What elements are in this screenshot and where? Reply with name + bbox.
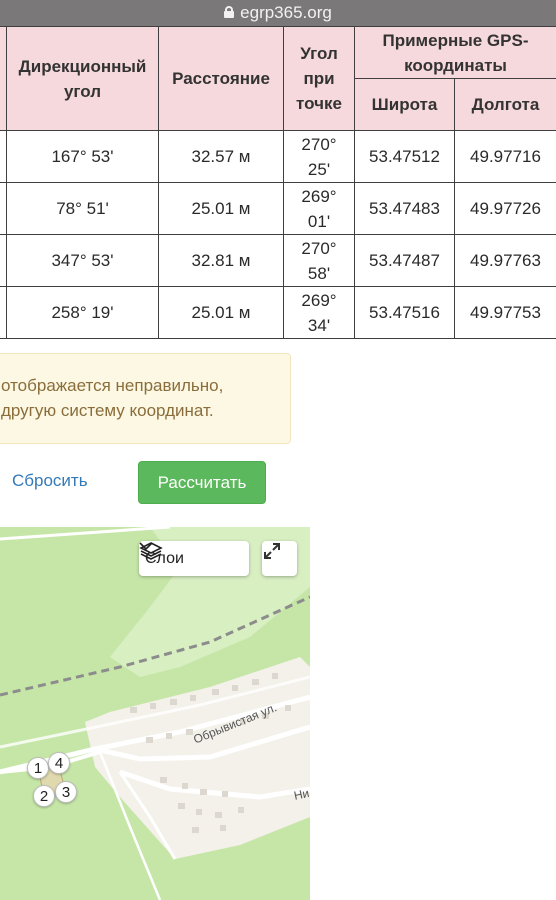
road	[0, 527, 171, 541]
cell-lon: 49.97726	[453, 182, 556, 235]
table-row: 258° 19' 25.01 м 269° 34' 53.47516 49.97…	[0, 286, 556, 339]
street-label: Ни	[292, 785, 310, 803]
cell-direction: 167° 53'	[6, 130, 159, 183]
warning-alert: отображается неправильно, другую систему…	[0, 353, 291, 444]
cell-lon: 49.97753	[453, 286, 556, 339]
cell-lat: 53.47516	[354, 286, 455, 339]
fullscreen-button[interactable]	[262, 541, 297, 576]
cell-direction: 258° 19'	[6, 286, 159, 339]
cell-direction: 78° 51'	[6, 182, 159, 235]
parcel-point-marker[interactable]: 4	[48, 752, 70, 774]
header-distance: Расстояние	[158, 26, 284, 131]
parcel-point-marker[interactable]: 1	[27, 757, 49, 779]
cell-direction: 347° 53'	[6, 234, 159, 287]
expand-icon	[264, 543, 280, 559]
cell-angle: 270° 58'	[283, 234, 355, 287]
cell-distance: 25.01 м	[158, 182, 284, 235]
lock-icon	[224, 6, 235, 18]
table-row: 167° 53' 32.57 м 270° 25' 53.47512 49.97…	[0, 130, 556, 183]
cell-angle: 269° 34'	[283, 286, 355, 339]
cell-lon: 49.97716	[453, 130, 556, 183]
cell-angle: 270° 25'	[283, 130, 355, 183]
coordinates-table: Дирекционный угол Расстояние Угол при то…	[0, 26, 556, 339]
header-gps: Примерные GPS-координаты	[353, 26, 556, 79]
header-angle: Угол при точке	[283, 26, 355, 131]
header-lat: Широта	[354, 78, 455, 131]
cell-lat: 53.47487	[354, 234, 455, 287]
cell-angle: 269° 01'	[283, 182, 355, 235]
chevron-down-icon	[139, 542, 153, 551]
cell-lat: 53.47483	[354, 182, 455, 235]
table-row: 78° 51' 25.01 м 269° 01' 53.47483 49.977…	[0, 182, 556, 235]
header-lon: Долгота	[453, 78, 556, 131]
cell-distance: 25.01 м	[158, 286, 284, 339]
alert-line-2: другую систему координат.	[1, 401, 214, 420]
header-direction: Дирекционный угол	[6, 26, 159, 131]
parcel-point-marker[interactable]: 2	[33, 785, 55, 807]
table-row: 347° 53' 32.81 м 270° 58' 53.47487 49.97…	[0, 234, 556, 287]
map-view[interactable]: Слои Обрывистая ул. Ни 1 4 2 3	[0, 527, 310, 900]
browser-address-bar[interactable]: egrp365.org	[0, 0, 556, 26]
cell-lat: 53.47512	[354, 130, 455, 183]
reset-link[interactable]: Сбросить	[12, 471, 88, 491]
cell-distance: 32.57 м	[158, 130, 284, 183]
cell-lon: 49.97763	[453, 234, 556, 287]
parcel-point-marker[interactable]: 3	[55, 781, 77, 803]
cell-distance: 32.81 м	[158, 234, 284, 287]
alert-line-1: отображается неправильно,	[1, 376, 224, 395]
layers-button[interactable]: Слои	[139, 541, 249, 576]
url-text: egrp365.org	[240, 3, 332, 22]
calculate-button[interactable]: Рассчитать	[138, 461, 266, 504]
